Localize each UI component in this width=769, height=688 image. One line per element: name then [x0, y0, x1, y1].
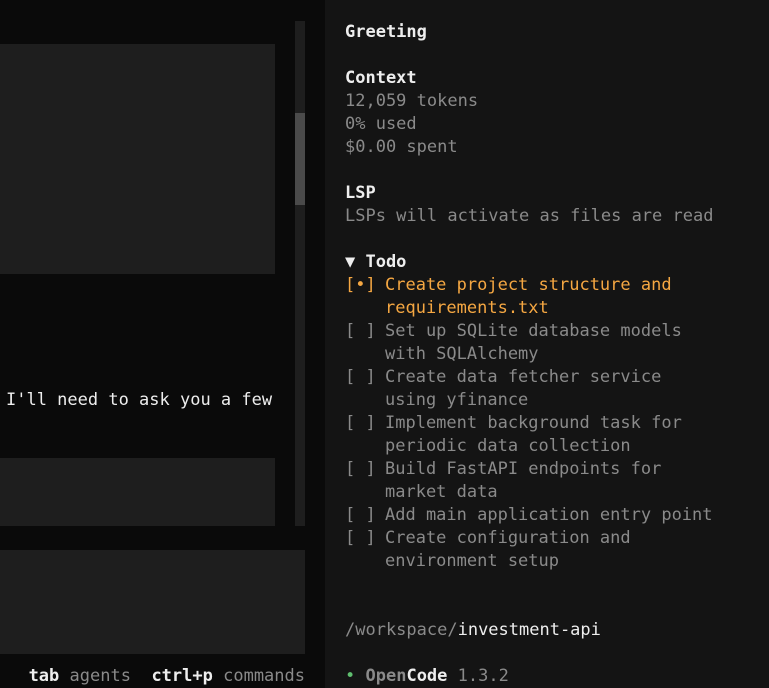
workspace-dir: /workspace/ [345, 620, 458, 640]
app-name-open: Open [365, 666, 407, 686]
todo-checkbox: [ ] [345, 321, 376, 341]
todo-text: Build FastAPI endpoints for market data [385, 459, 662, 502]
message-block [0, 44, 275, 274]
todo-item: [ ] Implement background task for period… [345, 412, 715, 458]
context-used: 0% used [345, 114, 417, 134]
lsp-status: LSPs will activate as files are read [345, 206, 714, 226]
todo-checkbox: [•] [345, 275, 376, 295]
lsp-heading: LSP [345, 183, 376, 203]
chat-panel: I'll need to ask you a few tab agents ct… [0, 0, 325, 688]
todo-checkbox: [ ] [345, 367, 376, 387]
app-name-code: Code [406, 666, 448, 686]
message-block [0, 458, 275, 526]
shortcut-desc-commands: commands [223, 666, 305, 686]
todo-text: Create project structure and requirement… [385, 275, 672, 318]
shortcut-desc-agents: agents [69, 666, 131, 686]
todo-item: [ ] Create configuration and environment… [345, 527, 715, 573]
app-version: 1.3.2 [457, 666, 509, 686]
todo-text: Add main application entry point [385, 505, 713, 525]
shortcut-key-commands: ctrl+p [151, 666, 213, 686]
todo-text: Implement background task for periodic d… [385, 413, 682, 456]
todo-item: [ ] Set up SQLite database models with S… [345, 320, 715, 366]
shortcut-key-agents: tab [28, 666, 60, 686]
chat-scrollbar-thumb[interactable] [295, 113, 305, 205]
status-dot-icon: • [345, 666, 356, 686]
assistant-message-text: I'll need to ask you a few [6, 390, 273, 410]
workspace-project: investment-api [457, 620, 601, 640]
context-spent: $0.00 spent [345, 137, 458, 157]
workspace-path: /workspace/investment-api [345, 619, 601, 642]
todo-text: Set up SQLite database models with SQLAl… [385, 321, 682, 364]
todo-checkbox: [ ] [345, 413, 376, 433]
todo-item: [ ] Add main application entry point [345, 504, 715, 527]
app-root: I'll need to ask you a few tab agents ct… [0, 0, 769, 688]
todo-item: [•] Create project structure and require… [345, 274, 715, 320]
todo-item: [ ] Create data fetcher service using yf… [345, 366, 715, 412]
todo-heading-toggle[interactable]: ▼ Todo [345, 251, 715, 274]
todo-text: Create configuration and environment set… [385, 528, 631, 571]
chat-scrollbar[interactable] [295, 21, 305, 526]
context-tokens: 12,059 tokens [345, 91, 479, 111]
session-sidebar: Greeting Context 12,059 tokens 0% used $… [325, 0, 769, 688]
session-title: Greeting [345, 22, 427, 42]
todo-checkbox: [ ] [345, 505, 376, 525]
todo-section: ▼ Todo [•] Create project structure and … [345, 251, 715, 573]
context-section: Context 12,059 tokens 0% used $0.00 spen… [345, 67, 715, 159]
shortcut-hints: tab agents ctrl+p commands [29, 665, 305, 688]
todo-checkbox: [ ] [345, 459, 376, 479]
todo-checkbox: [ ] [345, 528, 376, 548]
todo-text: Create data fetcher service using yfinan… [385, 367, 662, 410]
lsp-section: LSP LSPs will activate as files are read [345, 182, 715, 228]
todo-item: [ ] Build FastAPI endpoints for market d… [345, 458, 715, 504]
app-version-line: • OpenCode 1.3.2 [345, 665, 509, 688]
context-heading: Context [345, 68, 417, 88]
prompt-input[interactable] [0, 550, 305, 654]
